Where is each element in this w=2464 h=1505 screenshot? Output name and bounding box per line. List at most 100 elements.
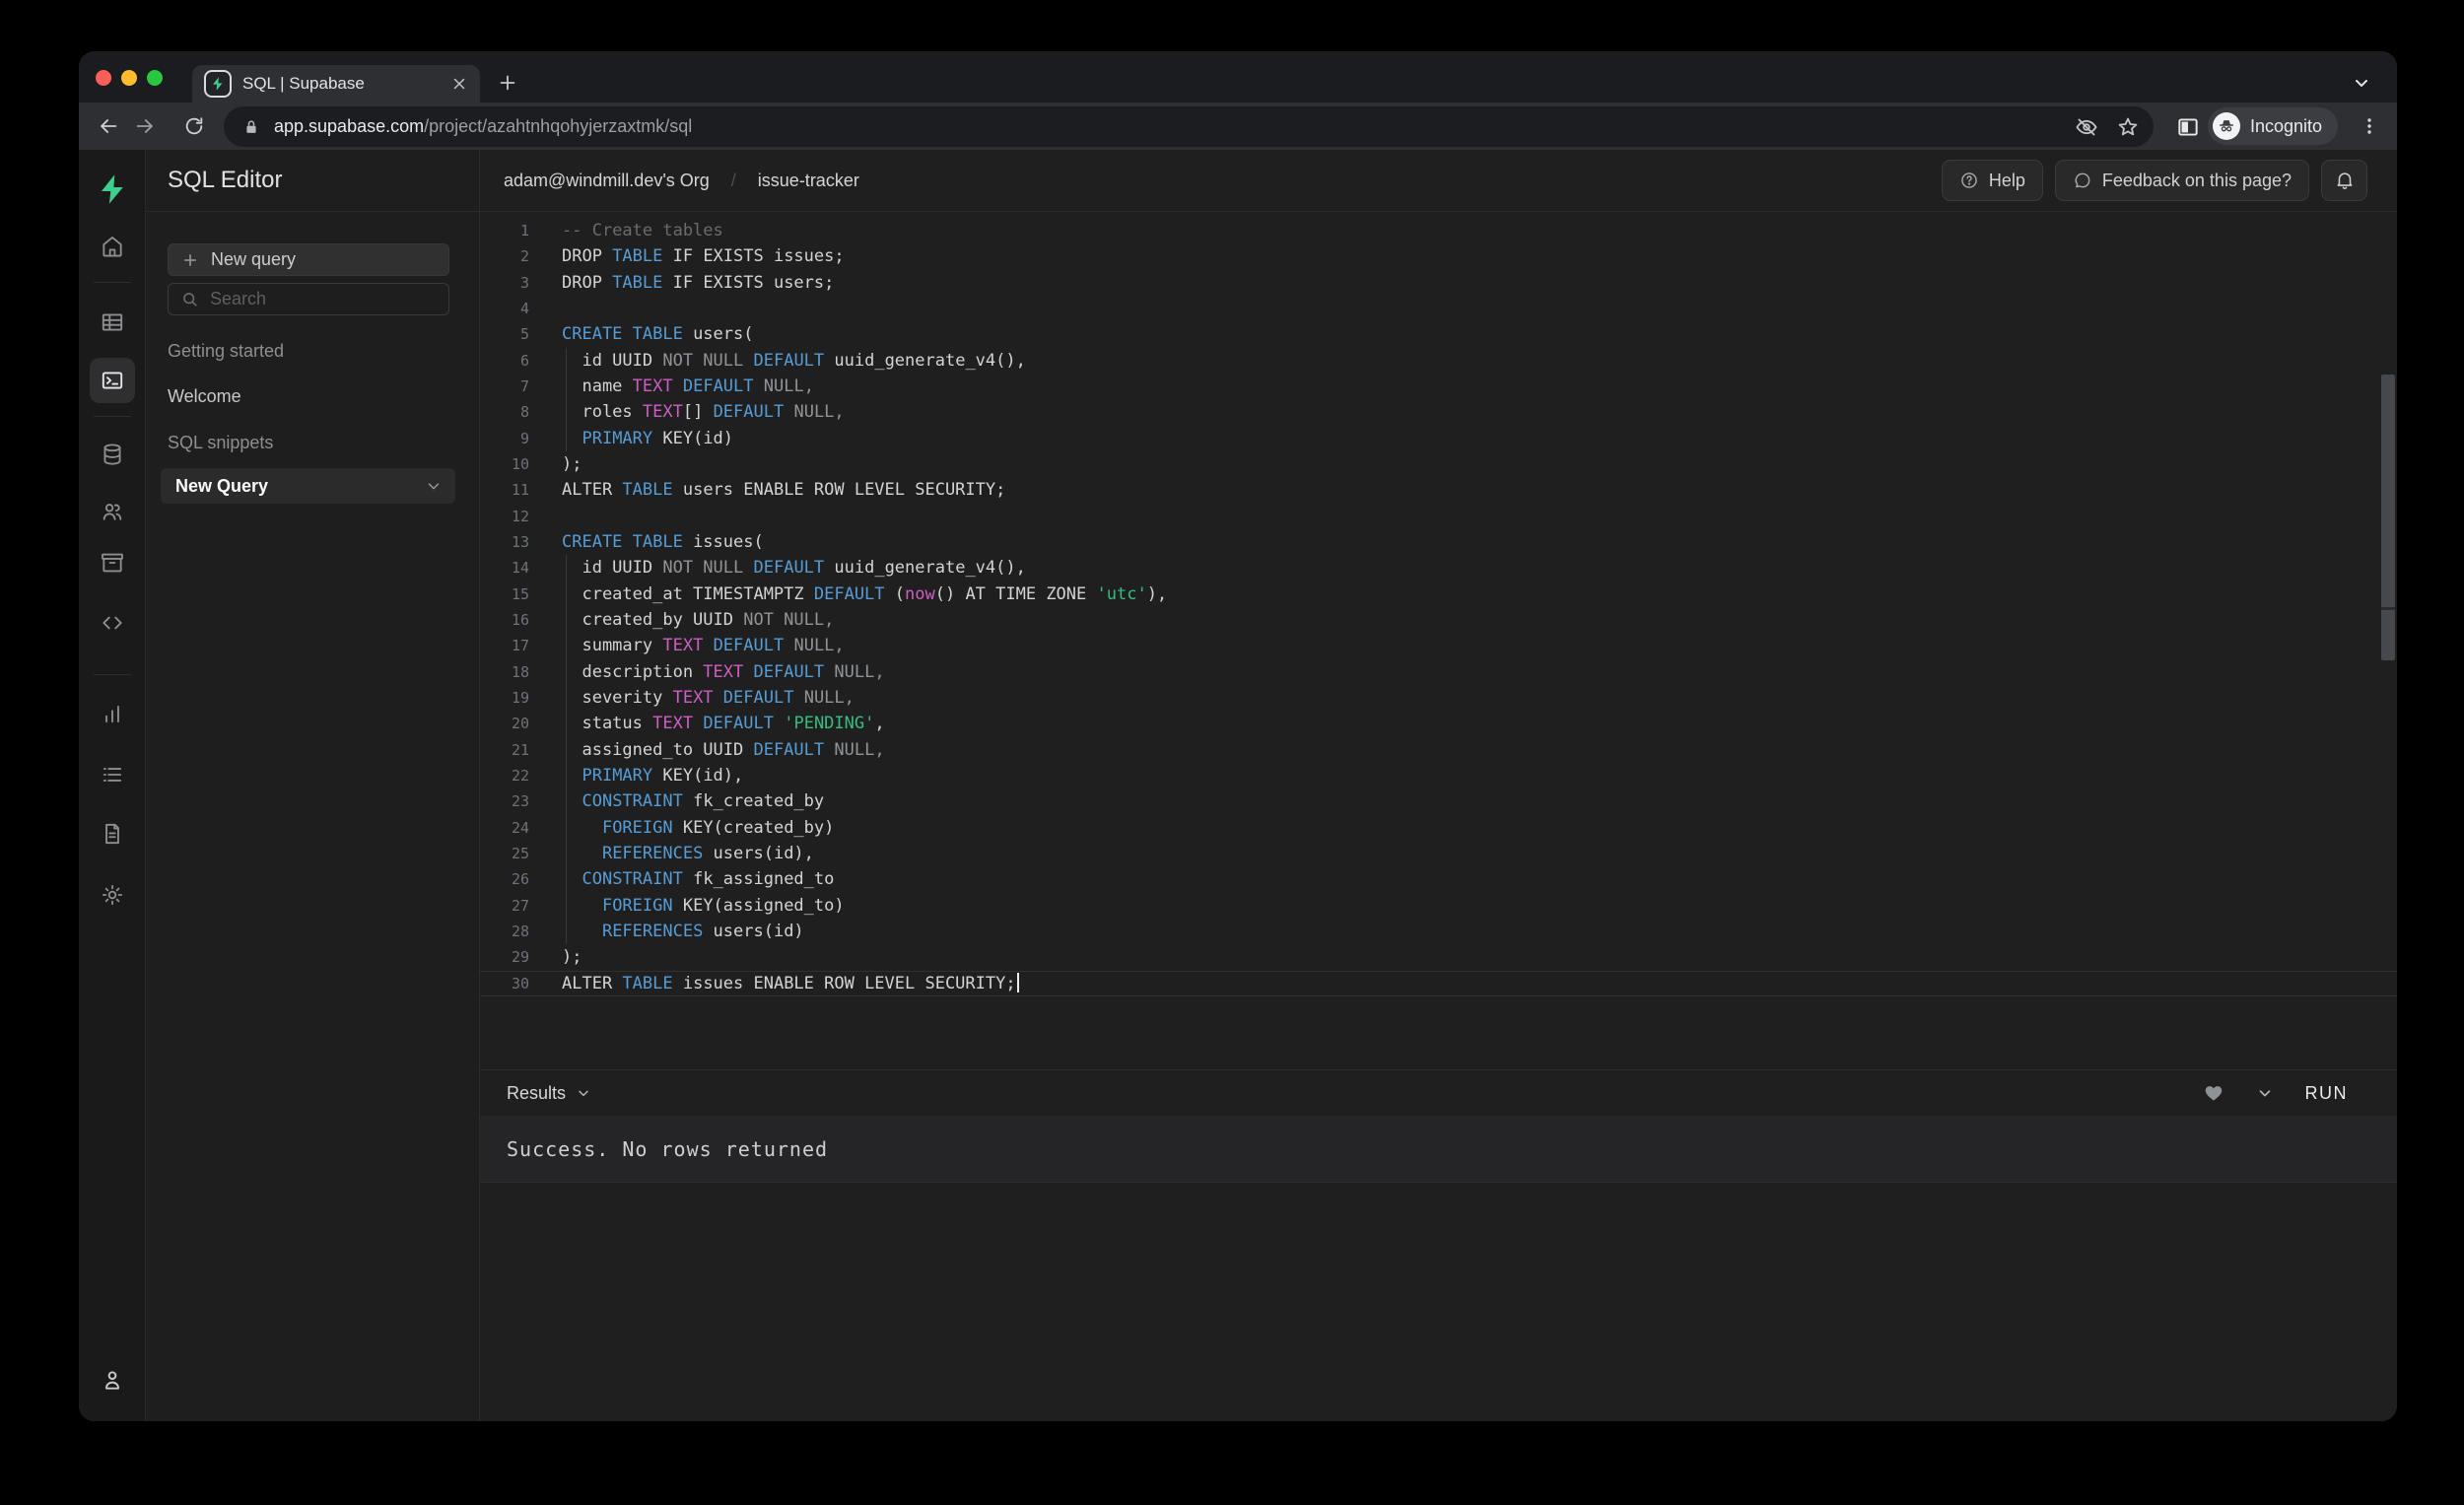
feedback-button[interactable]: Feedback on this page?	[2055, 160, 2309, 201]
code-line-19[interactable]: 19 severity TEXT DEFAULT NULL,	[480, 685, 2397, 711]
code-text: ALTER TABLE users ENABLE ROW LEVEL SECUR…	[562, 477, 1005, 503]
bookmark-star-icon[interactable]	[2116, 115, 2140, 139]
tab-close-icon[interactable]	[450, 75, 468, 93]
code-text: REFERENCES users(id)	[562, 919, 804, 944]
window-zoom-button[interactable]	[147, 70, 163, 86]
forward-icon[interactable]	[134, 115, 156, 137]
archive-icon	[100, 550, 125, 576]
code-text: );	[562, 944, 582, 970]
sidebar-item-new-query[interactable]: New Query	[161, 468, 455, 504]
browser-tab-strip: SQL | Supabase	[79, 51, 2397, 103]
line-number: 27	[480, 893, 529, 919]
code-text: summary TEXT DEFAULT NULL,	[562, 633, 845, 658]
url-bar[interactable]: app.supabase.com/project/azahtnhqohyjerz…	[224, 106, 2154, 147]
line-number: 10	[480, 451, 529, 477]
code-line-2[interactable]: 2DROP TABLE IF EXISTS issues;	[480, 243, 2397, 269]
help-button[interactable]: Help	[1942, 160, 2043, 201]
account-icon[interactable]	[90, 1357, 135, 1402]
code-line-5[interactable]: 5CREATE TABLE users(	[480, 321, 2397, 347]
side-panel-icon[interactable]	[2175, 114, 2201, 140]
results-bar: Results RUN	[480, 1069, 2397, 1116]
code-line-17[interactable]: 17 summary TEXT DEFAULT NULL,	[480, 633, 2397, 658]
browser-tab[interactable]: SQL | Supabase	[192, 65, 480, 103]
code-line-13[interactable]: 13CREATE TABLE issues(	[480, 529, 2397, 555]
code-line-12[interactable]: 12	[480, 504, 2397, 529]
search-box[interactable]	[168, 283, 449, 315]
sidebar-rail-settings[interactable]	[90, 872, 135, 918]
code-line-15[interactable]: 15 created_at TIMESTAMPTZ DEFAULT (now()…	[480, 581, 2397, 607]
code-line-1[interactable]: 1-- Create tables	[480, 218, 2397, 243]
code-line-23[interactable]: 23 CONSTRAINT fk_created_by	[480, 788, 2397, 814]
supabase-logo-icon[interactable]	[96, 171, 129, 207]
code-line-16[interactable]: 16 created_by UUID NOT NULL,	[480, 607, 2397, 633]
code-line-28[interactable]: 28 REFERENCES users(id)	[480, 919, 2397, 944]
search-icon	[180, 290, 199, 308]
code-text: DROP TABLE IF EXISTS users;	[562, 270, 834, 296]
editor-scrollbar[interactable]	[2381, 375, 2395, 660]
code-text: created_by UUID NOT NULL,	[562, 607, 834, 633]
sidebar-rail-logs[interactable]	[90, 752, 135, 797]
terminal-icon	[100, 368, 125, 393]
code-line-8[interactable]: 8 roles TEXT[] DEFAULT NULL,	[480, 399, 2397, 425]
code-line-10[interactable]: 10);	[480, 451, 2397, 477]
code-line-6[interactable]: 6 id UUID NOT NULL DEFAULT uuid_generate…	[480, 348, 2397, 374]
code-text: ALTER TABLE issues ENABLE ROW LEVEL SECU…	[562, 971, 1019, 996]
breadcrumb-org[interactable]: adam@windmill.dev's Org	[504, 171, 710, 191]
section-label-getting-started: Getting started	[168, 341, 449, 362]
code-line-30[interactable]: 30ALTER TABLE issues ENABLE ROW LEVEL SE…	[480, 971, 2397, 996]
code-line-25[interactable]: 25 REFERENCES users(id),	[480, 841, 2397, 866]
browser-menu-icon[interactable]	[2358, 114, 2381, 138]
line-number: 19	[480, 685, 529, 711]
code-line-7[interactable]: 7 name TEXT DEFAULT NULL,	[480, 374, 2397, 399]
sidebar-rail-reports[interactable]	[90, 691, 135, 736]
reload-icon[interactable]	[183, 115, 205, 137]
code-text: PRIMARY KEY(id)	[562, 426, 733, 451]
code-line-29[interactable]: 29);	[480, 944, 2397, 970]
code-line-18[interactable]: 18 description TEXT DEFAULT NULL,	[480, 659, 2397, 685]
sidebar-rail-auth[interactable]	[90, 489, 135, 534]
code-line-4[interactable]: 4	[480, 296, 2397, 321]
line-number: 21	[480, 737, 529, 763]
code-line-14[interactable]: 14 id UUID NOT NULL DEFAULT uuid_generat…	[480, 555, 2397, 581]
sidebar-rail-edge-functions[interactable]	[90, 600, 135, 646]
run-button[interactable]: RUN	[2305, 1083, 2349, 1104]
code-line-22[interactable]: 22 PRIMARY KEY(id),	[480, 763, 2397, 788]
code-line-3[interactable]: 3DROP TABLE IF EXISTS users;	[480, 270, 2397, 296]
code-icon	[100, 610, 125, 636]
code-editor[interactable]: 1-- Create tables2DROP TABLE IF EXISTS i…	[480, 212, 2397, 1069]
incognito-badge[interactable]: Incognito	[2208, 107, 2338, 145]
sidebar-rail-home[interactable]	[90, 224, 135, 269]
sidebar-rail-database[interactable]	[90, 432, 135, 477]
favorite-heart-icon[interactable]	[2203, 1082, 2224, 1104]
code-text: CONSTRAINT fk_created_by	[562, 788, 824, 814]
run-options-chevron-icon[interactable]	[2256, 1084, 2274, 1102]
line-number: 8	[480, 399, 529, 425]
sidebar-rail-docs[interactable]	[90, 811, 135, 856]
code-line-9[interactable]: 9 PRIMARY KEY(id)	[480, 426, 2397, 451]
code-line-24[interactable]: 24 FOREIGN KEY(created_by)	[480, 815, 2397, 841]
code-line-26[interactable]: 26 CONSTRAINT fk_assigned_to	[480, 866, 2397, 892]
window-minimize-button[interactable]	[121, 70, 137, 86]
code-line-11[interactable]: 11ALTER TABLE users ENABLE ROW LEVEL SEC…	[480, 477, 2397, 503]
back-icon[interactable]	[98, 115, 119, 137]
sidebar-rail-sql-editor[interactable]	[90, 358, 135, 403]
sidebar-rail-storage[interactable]	[90, 540, 135, 585]
breadcrumb-project[interactable]: issue-tracker	[758, 171, 859, 191]
results-label: Results	[507, 1083, 566, 1104]
new-tab-icon[interactable]	[497, 72, 518, 94]
code-line-21[interactable]: 21 assigned_to UUID DEFAULT NULL,	[480, 737, 2397, 763]
chevron-down-icon[interactable]	[425, 477, 443, 495]
window-close-button[interactable]	[96, 70, 111, 86]
results-dropdown[interactable]: Results	[507, 1083, 591, 1104]
line-number: 2	[480, 243, 529, 269]
code-line-20[interactable]: 20 status TEXT DEFAULT 'PENDING',	[480, 711, 2397, 736]
new-query-button[interactable]: New query	[168, 243, 449, 276]
code-line-27[interactable]: 27 FOREIGN KEY(assigned_to)	[480, 893, 2397, 919]
eye-off-icon[interactable]	[2075, 115, 2098, 139]
search-input[interactable]	[210, 289, 437, 309]
tab-search-chevron-icon[interactable]	[2352, 73, 2371, 93]
notifications-button[interactable]	[2321, 160, 2367, 201]
sidebar-item-welcome[interactable]: Welcome	[168, 386, 449, 407]
sidebar-rail-table-editor[interactable]	[90, 300, 135, 345]
code-text: id UUID NOT NULL DEFAULT uuid_generate_v…	[562, 555, 1026, 581]
